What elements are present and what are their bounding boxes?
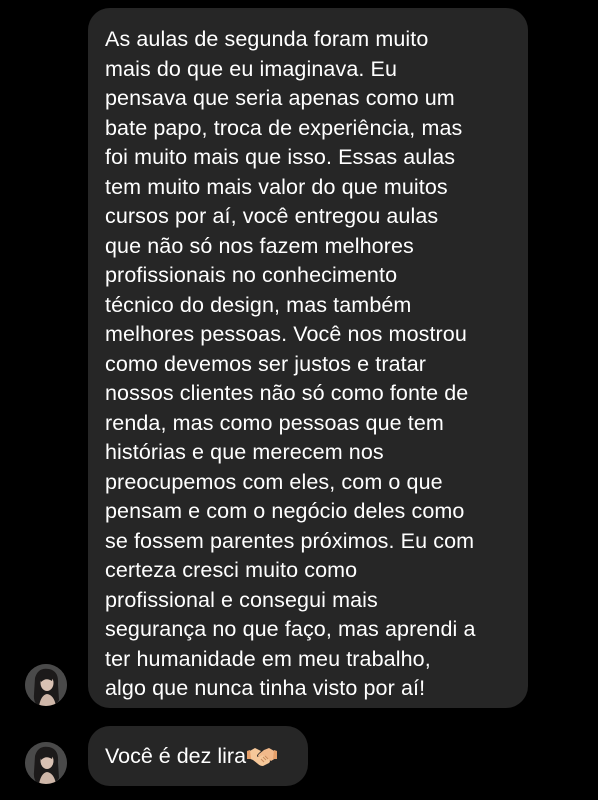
message-line: nossos clientes não só como fonte de [105,381,469,405]
avatar-photo-icon [25,742,67,784]
avatar-photo-icon [25,664,67,706]
message-line: pensava que seria apenas como um [105,86,455,110]
message-line: tem muito mais valor do que muitos [105,174,448,199]
message-bubble[interactable]: Você é dez lira [88,726,308,786]
message-line: como devemos ser justos e tratar [105,351,427,376]
message-line: profissionais no conhecimento [105,263,398,287]
message-line: técnico do design, mas também [105,292,412,317]
message-line: cursos por aí, você entregou aulas [105,204,439,228]
message-bubble[interactable]: As aulas de segunda foram muito mais do … [88,8,528,708]
message-line: As aulas de segunda foram muito [105,27,429,51]
message-line: histórias e que merecem nos [105,440,384,464]
message-line: profissional e consegui mais [105,587,378,612]
message-line: segurança no que faço, mas aprendi a [105,617,476,641]
handshake-emoji-icon [247,745,278,767]
message-line: renda, mas como pessoas que tem [105,410,444,435]
message-line: melhores pessoas. Você nos mostrou [105,322,467,346]
message-line: pensam e com o negócio deles como [105,499,465,523]
sender-avatar[interactable] [25,664,67,706]
message-line: ter humanidade em meu trabalho, [105,646,431,671]
message-thread: As aulas de segunda foram muito mais do … [0,0,598,800]
message-line: se fossem parentes próximos. Eu com [105,528,475,553]
message-line: algo que nunca tinha visto por aí! [105,676,426,700]
message-line: mais do que eu imaginava. Eu [105,56,398,81]
sender-avatar[interactable] [25,742,67,784]
message-line: preocupemos com eles, com o que [105,469,443,494]
message-line: foi muito mais que isso. Essas aulas [105,145,456,169]
message-text: Você é dez lira [105,744,247,768]
message-line: bate papo, troca de experiência, mas [105,115,463,140]
message-line: que não só nos fazem melhores [105,233,414,258]
message-line: certeza cresci muito como [105,558,358,582]
